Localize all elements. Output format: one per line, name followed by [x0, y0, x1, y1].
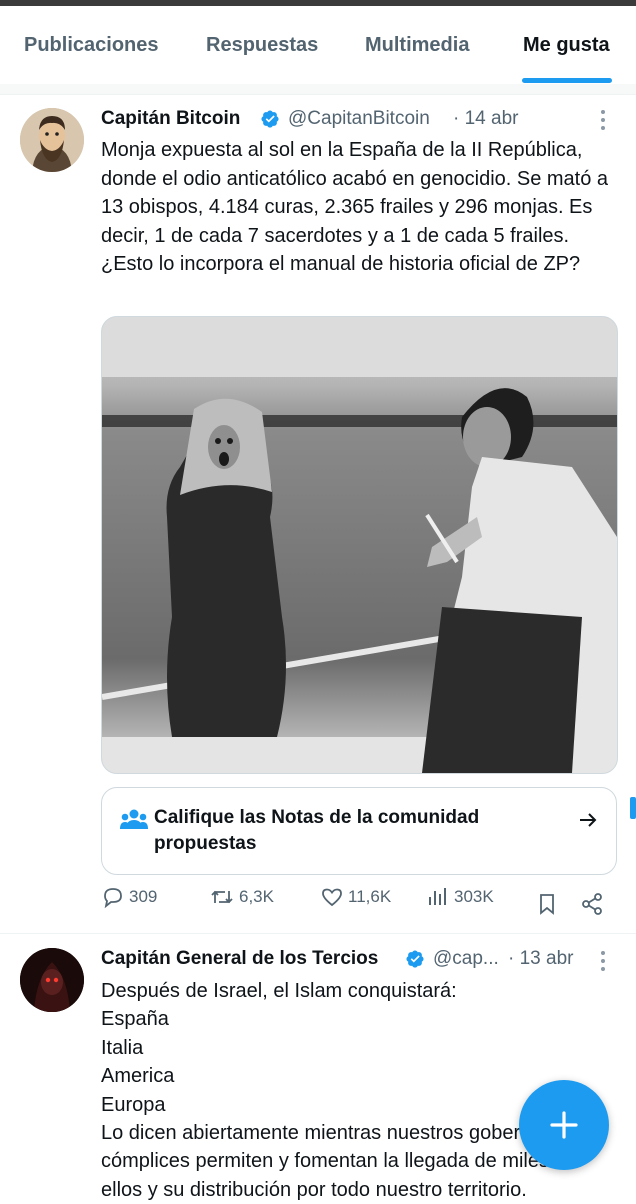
- compose-button[interactable]: [519, 1080, 609, 1170]
- more-icon[interactable]: [601, 110, 607, 134]
- verified-icon: [406, 950, 424, 968]
- post-line: Después de Israel, el Islam conquistará:: [101, 980, 457, 1002]
- post-text: Monja expuesta al sol en la España de la…: [101, 139, 609, 275]
- like-count: 11,6K: [348, 887, 392, 906]
- repost-count: 6,3K: [239, 887, 274, 906]
- more-icon[interactable]: [601, 951, 607, 975]
- share-icon[interactable]: [580, 892, 604, 916]
- repost-icon: [211, 890, 233, 904]
- views-count: 303K: [454, 887, 494, 906]
- post-image[interactable]: [101, 316, 618, 774]
- community-notes-card[interactable]: Califique las Notas de la comunidad prop…: [101, 787, 617, 875]
- verified-icon: [261, 110, 279, 128]
- reply-count: 309: [129, 887, 158, 906]
- community-notes-icon: [120, 809, 148, 829]
- views-icon: [429, 888, 446, 905]
- repost-button[interactable]: 6,3K: [209, 885, 274, 909]
- post-date[interactable]: · 14 abr: [453, 108, 518, 130]
- author-name[interactable]: Capitán Bitcoin: [101, 108, 240, 130]
- post-capitan-bitcoin[interactable]: Capitán Bitcoin @CapitanBitcoin · 14 abr…: [0, 0, 636, 933]
- community-notes-label: Califique las Notas de la comunidad prop…: [154, 807, 480, 854]
- compose-icon: [550, 1111, 578, 1139]
- author-name[interactable]: Capitán General de los Tercios: [101, 948, 378, 970]
- avatar-illustration: [20, 108, 84, 172]
- like-button[interactable]: 11,6K: [320, 885, 391, 909]
- avatar[interactable]: [20, 108, 84, 172]
- post-date[interactable]: · 13 abr: [508, 948, 573, 970]
- views-button[interactable]: 303K: [426, 885, 494, 909]
- avatar-illustration: [20, 948, 84, 1012]
- reply-icon: [104, 888, 122, 909]
- post-line: Italia: [101, 1036, 144, 1059]
- like-icon: [322, 888, 342, 907]
- post-line: España: [101, 1008, 169, 1031]
- reply-button[interactable]: 309: [101, 885, 157, 909]
- author-handle[interactable]: @CapitanBitcoin: [288, 108, 430, 130]
- post-actions: 309 6,3K 11,6K 303K: [0, 885, 636, 925]
- author-handle[interactable]: @cap...: [433, 948, 499, 970]
- avatar[interactable]: [20, 948, 84, 1012]
- arrow-right-icon: [580, 813, 597, 827]
- scroll-indicator[interactable]: [630, 797, 636, 819]
- bookmark-icon[interactable]: [535, 892, 559, 916]
- photo-nun-illustration: [102, 317, 617, 773]
